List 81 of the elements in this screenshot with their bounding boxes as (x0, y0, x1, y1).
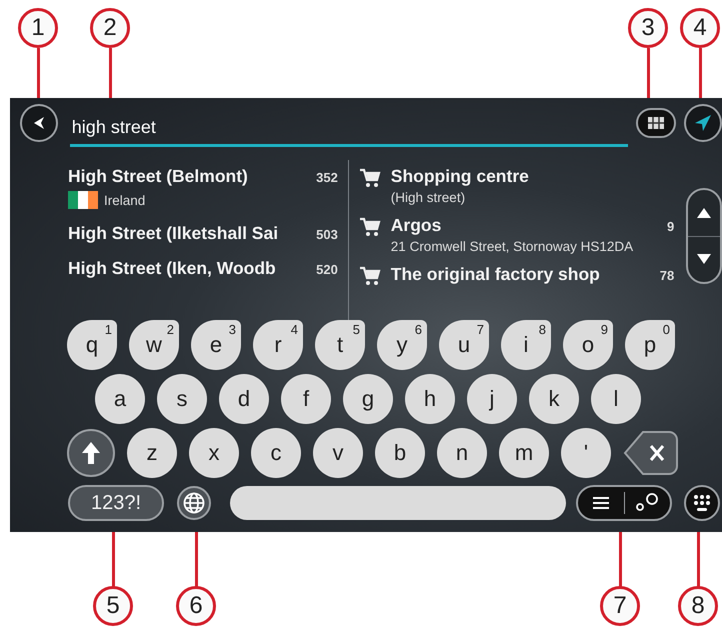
key-button[interactable]: c (251, 428, 301, 478)
cart-icon (358, 217, 381, 237)
backspace-icon (623, 430, 679, 476)
key-button[interactable]: x (189, 428, 239, 478)
callout-number: 8 (678, 586, 718, 626)
map-pins-icon (635, 493, 660, 513)
key-button[interactable]: y $^{6}$ (377, 320, 427, 370)
key-button[interactable]: q $^{1}$ (67, 320, 117, 370)
backspace-key[interactable] (623, 430, 679, 476)
key-button[interactable]: ' (561, 428, 611, 478)
result-distance: 520 (316, 262, 338, 277)
key-button[interactable]: j (467, 374, 517, 424)
callout-number: 6 (176, 586, 216, 626)
leader-line (194, 532, 198, 588)
back-button[interactable] (20, 104, 58, 142)
leader-line (698, 48, 702, 98)
key-button[interactable]: b (375, 428, 425, 478)
cart-icon (358, 266, 381, 286)
up-arrow-icon (81, 441, 101, 465)
callout-number: 4 (680, 8, 720, 48)
language-button[interactable] (177, 486, 211, 520)
result-distance: 352 (316, 170, 338, 185)
key-button[interactable]: t $^{5}$ (315, 320, 365, 370)
result-title: Shopping centre (390, 166, 529, 187)
list-icon (592, 496, 610, 510)
shift-key[interactable] (67, 429, 115, 477)
key-button[interactable]: i $^{8}$ (501, 320, 551, 370)
key-button[interactable]: h (405, 374, 455, 424)
key-button[interactable]: f (281, 374, 331, 424)
key-button[interactable]: z (127, 428, 177, 478)
navigation-arrow-icon (694, 114, 712, 132)
leader-line (646, 48, 650, 98)
key-button[interactable]: r $^{4}$ (253, 320, 303, 370)
key-button[interactable]: g (343, 374, 393, 424)
result-distance: 78 (660, 268, 674, 283)
key-button[interactable]: s (157, 374, 207, 424)
key-button[interactable]: e $^{3}$ (191, 320, 241, 370)
leader-line (108, 48, 112, 98)
space-bar[interactable] (230, 486, 566, 520)
result-distance: 503 (316, 227, 338, 242)
result-title: High Street (Iken, Woodb (68, 258, 276, 279)
cart-icon (358, 168, 381, 188)
result-distance: 9 (667, 219, 674, 234)
symbols-key[interactable]: 123?! (68, 485, 164, 521)
key-button[interactable]: w $^{2}$ (129, 320, 179, 370)
key-button[interactable]: a (95, 374, 145, 424)
leader-line (112, 532, 114, 588)
key-button[interactable]: u $^{7}$ (439, 320, 489, 370)
hide-keyboard-button[interactable] (684, 485, 720, 521)
down-arrow-icon (696, 253, 712, 266)
leader-line (618, 532, 622, 588)
search-field[interactable]: high street (70, 111, 628, 147)
flag-icon (68, 191, 98, 209)
callout-number: 2 (90, 8, 130, 48)
result-title: High Street (Ilketshall Sai (68, 223, 278, 244)
result-country: Ireland (104, 192, 146, 208)
result-title: High Street (Belmont) (68, 166, 248, 187)
key-button[interactable]: l (591, 374, 641, 424)
map-view-button[interactable] (636, 108, 676, 138)
key-button[interactable]: m (499, 428, 549, 478)
result-title: The original factory shop (390, 264, 600, 285)
result-title: Argos (390, 215, 442, 236)
callout-number: 7 (600, 586, 640, 626)
callout-number: 3 (628, 8, 668, 48)
result-detail: 21 Cromwell Street, Stornoway HS12DA (390, 239, 634, 254)
key-button[interactable]: d (219, 374, 269, 424)
leader-line (696, 532, 700, 588)
key-button[interactable]: n (437, 428, 487, 478)
key-button[interactable]: v (313, 428, 363, 478)
navigation-button[interactable] (684, 104, 722, 142)
key-button[interactable]: k (529, 374, 579, 424)
key-button[interactable]: o $^{9}$ (563, 320, 613, 370)
leader-line (36, 48, 40, 98)
callout-number: 1 (18, 8, 58, 48)
callout-number: 5 (93, 586, 133, 626)
result-detail: (High street) (390, 190, 466, 205)
keyboard-icon (691, 492, 713, 514)
map-icon (647, 116, 666, 130)
key-button[interactable]: p $^{0}$ (625, 320, 675, 370)
up-arrow-icon (696, 206, 712, 219)
globe-icon (183, 492, 205, 514)
